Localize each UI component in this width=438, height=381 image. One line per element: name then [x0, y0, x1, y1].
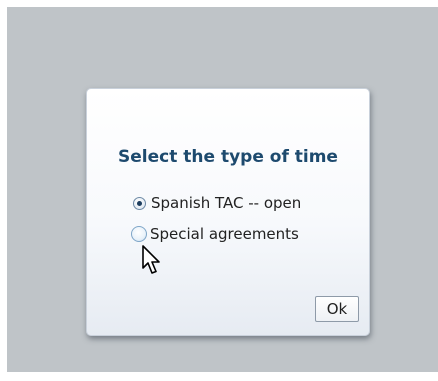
dialog-title: Select the type of time	[118, 147, 338, 167]
option-special-agreements[interactable]: Special agreements	[131, 225, 299, 243]
option-label-spanish-tac: Spanish TAC -- open	[151, 194, 302, 212]
select-time-type-dialog: Select the type of time Spanish TAC -- o…	[86, 88, 370, 336]
option-label-special-agreements: Special agreements	[150, 225, 299, 243]
ok-button[interactable]: Ok	[315, 296, 359, 322]
option-spanish-tac[interactable]: Spanish TAC -- open	[133, 194, 301, 212]
arrow-pointer-icon	[142, 245, 160, 274]
radio-special-agreements[interactable]	[131, 226, 147, 242]
radio-spanish-tac[interactable]	[133, 196, 146, 210]
